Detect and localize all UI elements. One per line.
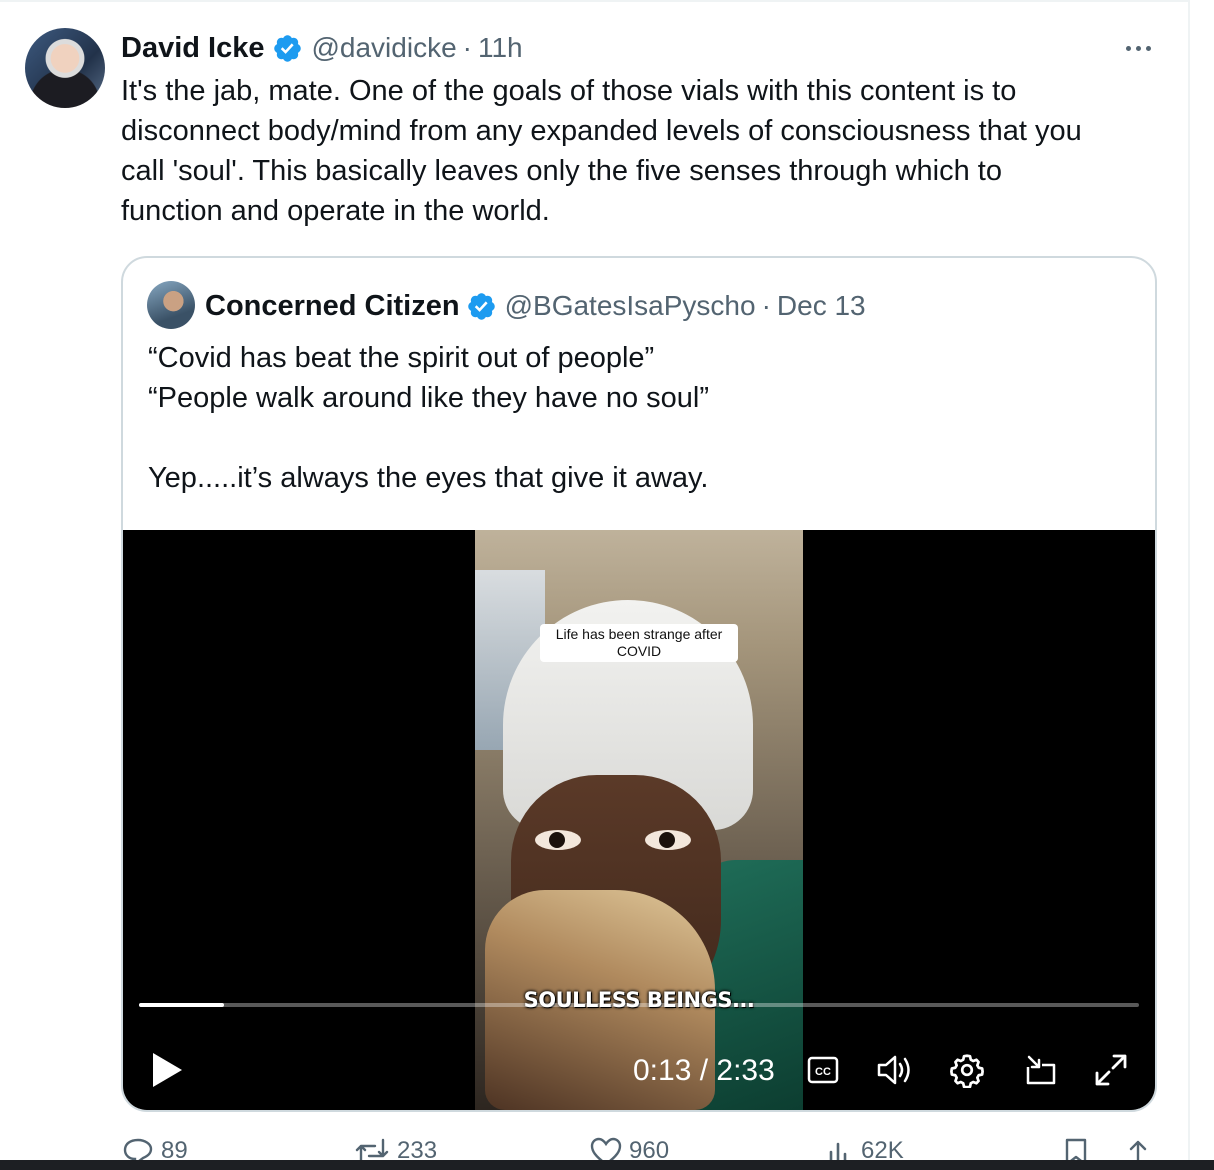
- video-caption-top: Life has been strange after COVID: [540, 624, 738, 662]
- settings-button[interactable]: [947, 1050, 987, 1090]
- author-avatar[interactable]: [25, 28, 105, 108]
- gear-icon: [950, 1054, 984, 1088]
- dock-video-button[interactable]: [1021, 1050, 1061, 1090]
- quoted-tweet[interactable]: Concerned Citizen @BGatesIsaPyscho · Dec…: [121, 256, 1157, 1112]
- separator-dot: ·: [462, 32, 472, 63]
- video-subtitle: SOULLESS BEINGS...: [523, 988, 755, 1012]
- video-time: 0:13 / 2:33: [633, 1054, 775, 1087]
- tweet-header: David Icke @davidicke · 11h: [121, 28, 523, 68]
- closed-captions-icon: CC: [807, 1056, 839, 1084]
- top-divider: [0, 0, 1188, 2]
- dock-icon: [1026, 1055, 1056, 1085]
- video-player[interactable]: Life has been strange after COVID SOULLE…: [123, 530, 1155, 1110]
- quoted-author-name[interactable]: Concerned Citizen: [205, 290, 460, 323]
- video-progress-fill: [139, 1003, 224, 1007]
- column-divider: [1188, 0, 1190, 1160]
- fullscreen-icon: [1095, 1054, 1127, 1086]
- more-options-icon[interactable]: [1121, 38, 1155, 58]
- author-handle[interactable]: @davidicke: [311, 32, 456, 64]
- quoted-tweet-header: Concerned Citizen @BGatesIsaPyscho · Dec…: [205, 286, 866, 326]
- tweet-text: It's the jab, mate. One of the goals of …: [121, 75, 1082, 227]
- volume-icon: [877, 1055, 910, 1085]
- svg-text:CC: CC: [815, 1066, 831, 1078]
- quoted-author-handle[interactable]: @BGatesIsaPyscho: [505, 290, 756, 322]
- bottom-bar: [0, 1160, 1214, 1170]
- video-frame[interactable]: Life has been strange after COVID SOULLE…: [475, 530, 803, 1110]
- tweet-time[interactable]: 11h: [478, 32, 523, 64]
- separator-dot: ·: [761, 290, 771, 321]
- play-icon: [153, 1053, 182, 1087]
- quoted-tweet-text: “Covid has beat the spirit out of people…: [148, 342, 709, 494]
- verified-badge-icon: [467, 292, 495, 320]
- fullscreen-button[interactable]: [1091, 1050, 1131, 1090]
- quoted-tweet-time[interactable]: Dec 13: [777, 290, 866, 322]
- play-button[interactable]: [147, 1050, 187, 1090]
- volume-button[interactable]: [875, 1050, 915, 1090]
- video-progress-bar[interactable]: [139, 1003, 1139, 1007]
- author-name[interactable]: David Icke: [121, 32, 264, 65]
- video-controls: 0:13 / 2:33 CC: [123, 1040, 1155, 1096]
- quoted-author-avatar[interactable]: [147, 281, 195, 329]
- closed-captions-button[interactable]: CC: [803, 1050, 843, 1090]
- verified-badge-icon: [274, 34, 302, 62]
